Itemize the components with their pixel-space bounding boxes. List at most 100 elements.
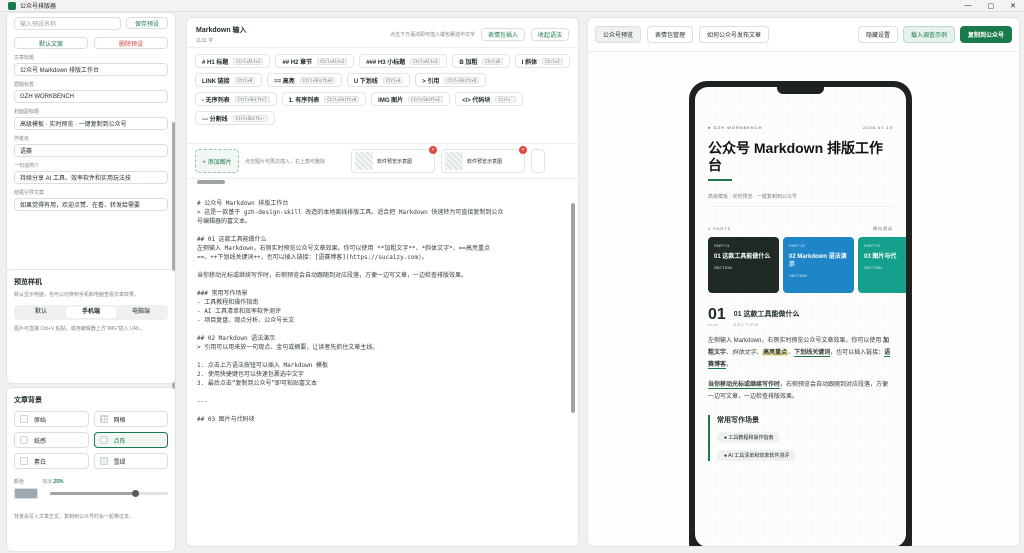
mode-default[interactable]: 默认 [16,307,66,318]
copy-to-wechat-button[interactable]: 复制到公众号 [959,26,1012,43]
thumbnail-image [445,152,463,170]
field-label: 一句话简介 [14,163,40,169]
tab-sticker-manager[interactable]: 表情包管理 [647,26,694,43]
image-hint: 点击图片可再次插入，右上角可删除 [245,158,326,165]
preview-device-card: 预览样机 默认显示电脑，也可以切换到手机和电脑查看文章效果。 默认 手机端 电脑… [6,269,176,384]
syntax-label: # H1 标题 [202,59,229,66]
field-label: 文章标题 [14,55,35,61]
syntax-button[interactable]: # H1 标题 Ctrl+Alt+1 [195,54,271,68]
minimize-icon[interactable]: — [965,2,972,10]
insert-sticker-button[interactable]: 表情包插入 [480,28,525,41]
syntax-button[interactable]: --- 分割线 Ctrl+Shift+- [195,111,275,125]
field-label: 封面副标题 [14,109,40,115]
syntax-button[interactable]: I 斜体 Ctrl+I [514,54,570,68]
shortcut-key: Ctrl+Shift+8 [324,95,360,103]
parts-hint: 横向滑动 [873,226,893,231]
editor-line: - AI 工具清单和效率软件测评 [197,308,282,315]
syntax-label: ### H3 小标题 [366,59,406,66]
opacity-slider[interactable] [50,490,168,497]
char-count: 1131 字 [196,38,214,44]
eyebrow-input[interactable]: GZH WORKBENCH [14,90,168,103]
article-eyebrow: ● GZH WORKBENCH [708,125,763,130]
bio-input[interactable]: 持续分享 AI 工具、效率软件和实用玩法技 [14,171,168,184]
shortcut-key: Ctrl+I [542,57,563,65]
shortcut-key: Ctrl+B [482,57,503,65]
maximize-icon[interactable]: ▢ [988,2,995,10]
editor-line: 左侧输入 Markdown，右侧实时预览公众号文章效果。你可以使用 **加粗文字… [197,245,491,252]
syntax-button[interactable]: == 高亮 Ctrl+Shift+H [267,73,342,87]
syntax-label: - 无序列表 [202,97,230,104]
default-text-button[interactable]: 默认文案 [14,37,88,49]
bg-option-green[interactable]: 雪绿 [93,453,168,469]
thumb-label: 软件预览示意图 [467,158,503,165]
image-strip-scrollbar[interactable] [187,179,578,186]
collapse-syntax-button[interactable]: 收起语法 [530,28,569,41]
swatch-icon [99,415,108,423]
editor-line: ==、++下划线关键词++，也可以插入链接：[语赛博客](https://suc… [197,254,428,261]
bg-option-paper[interactable]: 纸感 [14,432,89,448]
thumbnail-image [355,152,373,170]
background-title: 文章背景 [14,397,42,404]
syntax-button[interactable]: IMG 图片 Ctrl+Shift+I [371,92,451,106]
save-preset-button[interactable]: 保存预设 [126,17,168,29]
image-thumb[interactable]: 软件预览示意图 × [441,146,527,173]
author-input[interactable]: 语赛 [14,144,168,157]
add-image-button[interactable]: + 添加图片 [195,149,239,173]
section-number-sub: PART [708,323,720,327]
syntax-button[interactable]: > 引用 Ctrl+Shift+Q [415,73,487,87]
syntax-button[interactable]: ## H2 章节 Ctrl+Alt+2 [275,54,355,68]
part-card[interactable]: PART 03 03 图片与代 SECTION [858,237,906,293]
editor-line: 3. 最后点击“复制到公众号”即可粘贴富文本 [197,380,318,387]
color-picker[interactable] [14,488,38,499]
image-thumb-partial[interactable] [531,149,545,173]
syntax-button[interactable]: - 无序列表 Ctrl+Shift+7 [195,92,277,106]
bg-option-label: 原始 [34,417,47,424]
opacity-slider-thumb[interactable] [131,490,139,497]
delete-image-icon[interactable]: × [429,146,437,154]
syntax-button[interactable]: B 加粗 Ctrl+B [452,54,510,68]
delete-preset-button[interactable]: 删除预设 [94,37,168,49]
syntax-button[interactable]: U 下划线 Ctrl+U [346,73,411,87]
tab-preview[interactable]: 公众号预览 [595,26,642,43]
scenario-title: 常用写作场景 [717,417,759,424]
editor-line: 2. 使用快捷键也可以快速包裹选中文字 [197,371,304,378]
mode-mobile[interactable]: 手机端 [66,307,116,318]
close-icon[interactable]: ✕ [1010,2,1016,10]
bg-option-grid[interactable]: 网格 [93,411,168,427]
shortcut-key: Ctrl+Shift+Q [444,76,480,84]
syntax-button[interactable]: LINK 链接 Ctrl+K [195,73,263,87]
tab-publish-guide[interactable]: 如何公众号发布文章 [699,26,770,43]
editor-line: ## 03 图片与代码块 [197,416,255,423]
part-card-index: PART 02 [789,243,805,248]
bg-option-label: 点阵 [113,438,126,445]
part-card[interactable]: PART 01 01 这款工具能做什么 SECTION [708,237,779,293]
shortcut-key: Ctrl+Alt+2 [317,57,348,65]
hide-settings-button[interactable]: 隐藏设置 [857,26,898,43]
underline-text: 当你移动光标或继续写作时 [708,382,781,389]
mode-desktop[interactable]: 电脑端 [116,307,166,318]
field-label: 结尾引导文案 [14,190,45,196]
preset-name-input[interactable]: 输入预设名称 [14,17,121,30]
bg-option-original[interactable]: 原始 [14,411,89,427]
shortcut-key: Ctrl+U [382,76,404,84]
bg-option-plain[interactable]: 素白 [14,453,89,469]
editor-line: 号编辑器的富文本。 [197,218,252,225]
ending-text-input[interactable]: 如果觉得有用，欢迎点赞、在看、转发给需要 [14,198,168,211]
syntax-label: ## H2 章节 [282,59,313,66]
syntax-button[interactable]: 1. 有序列表 Ctrl+Shift+8 [281,92,367,106]
syntax-label: IMG 图片 [378,97,404,104]
markdown-textarea[interactable]: # 公众号 Markdown 排版工作台 > 这是一款基于 gzh-design-… [187,193,565,546]
article-date: 2026.07.10 [862,125,893,130]
part-card[interactable]: PART 02 02 Markdown 语法演示 SECTION [783,237,854,293]
cover-subtitle-input[interactable]: 高级模板 · 实时预览 · 一键复制到公众号 [14,117,168,130]
bg-option-dots[interactable]: 点阵 [93,432,168,448]
image-thumb[interactable]: 软件预览示意图 × [351,146,437,173]
delete-image-icon[interactable]: × [519,146,527,154]
editor-scrollbar[interactable] [571,203,575,413]
article-title-input[interactable]: 公众号 Markdown 排版工作台 [14,63,168,76]
bg-option-label: 雪绿 [113,459,126,466]
syntax-button[interactable]: ### H3 小标题 Ctrl+Alt+3 [359,54,448,68]
syntax-button[interactable]: </> 代码块 Ctrl+` [455,92,523,106]
syntax-toolbar: # H1 标题 Ctrl+Alt+1 ## H2 章节 Ctrl+Alt+2 ### H… [187,48,578,144]
load-sample-button[interactable]: 载入调查示例 [902,26,955,43]
